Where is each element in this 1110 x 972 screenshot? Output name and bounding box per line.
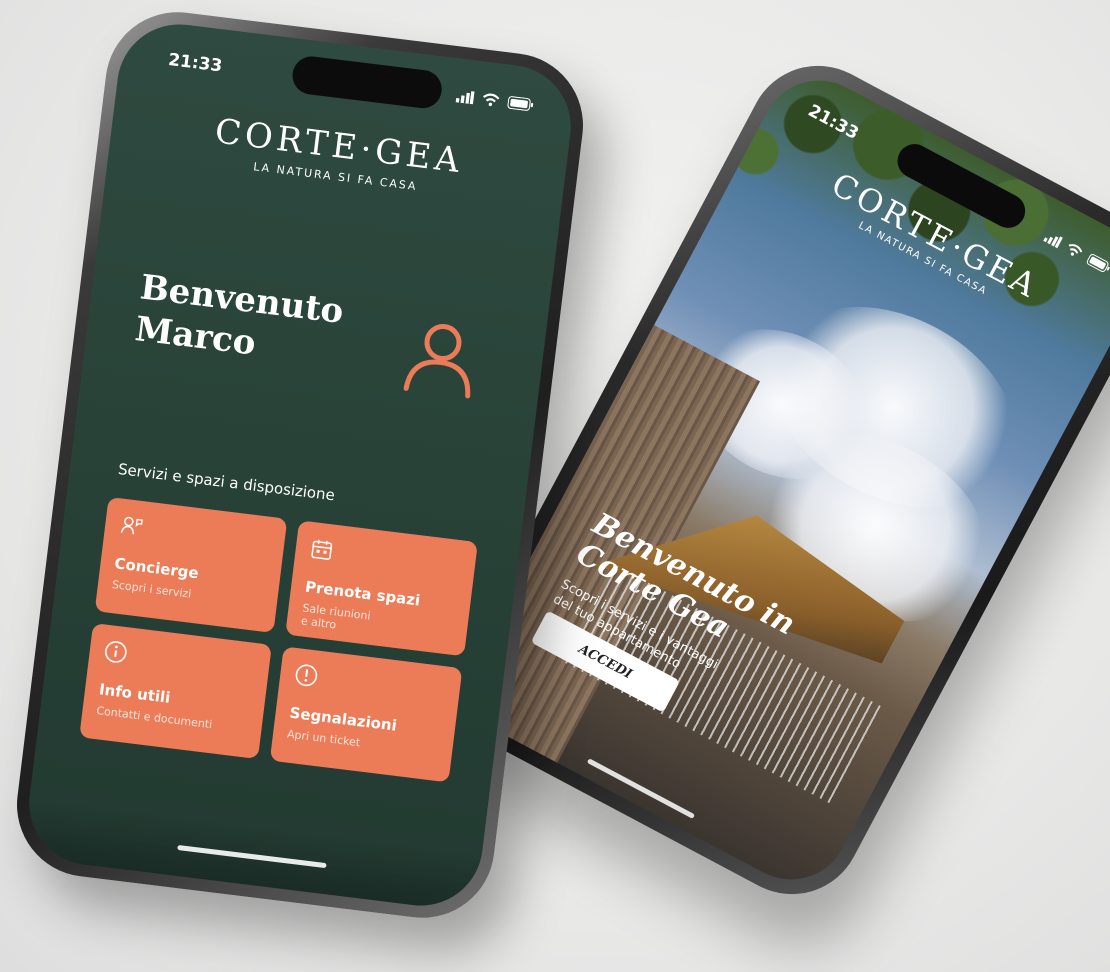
status-bar: 21:33 <box>167 45 536 120</box>
tile-prenota-spazi[interactable]: Prenota spazi Sale riunioni e altro <box>285 520 478 657</box>
signal-icon <box>1043 236 1063 249</box>
services-section-label: Servizi e spazi a disposizione <box>117 459 336 505</box>
concierge-icon <box>120 516 143 535</box>
product-mockup-scene: 21:33 CORTE·GEA LA NATURA SI FA CASA Ben… <box>0 0 1110 972</box>
battery-icon <box>507 95 534 111</box>
wifi-icon <box>483 93 500 106</box>
tile-segnalazioni[interactable]: Segnalazioni Apri un ticket <box>269 646 463 783</box>
info-icon <box>105 641 127 663</box>
tile-info-utili[interactable]: Info utili Contatti e documenti <box>79 622 272 760</box>
wifi-icon <box>1068 244 1083 256</box>
services-grid: Concierge Scopri i servizi Prenota spazi… <box>79 496 478 783</box>
tile-concierge[interactable]: Concierge Scopri i servizi <box>94 496 288 634</box>
welcome-heading: Benvenuto Marco <box>133 266 346 374</box>
front-phone-screen: 21:33 CORTE·GEA LA NATURA SI FA CASA Ben… <box>22 17 578 913</box>
calendar-icon <box>311 539 333 560</box>
home-indicator[interactable] <box>586 758 696 819</box>
signal-icon <box>455 90 475 104</box>
alert-icon <box>295 664 318 687</box>
battery-icon <box>1086 253 1110 272</box>
status-icons <box>455 89 534 111</box>
user-icon[interactable] <box>398 314 485 401</box>
status-time: 21:33 <box>167 50 224 77</box>
front-phone: 21:33 CORTE·GEA LA NATURA SI FA CASA Ben… <box>8 3 592 927</box>
